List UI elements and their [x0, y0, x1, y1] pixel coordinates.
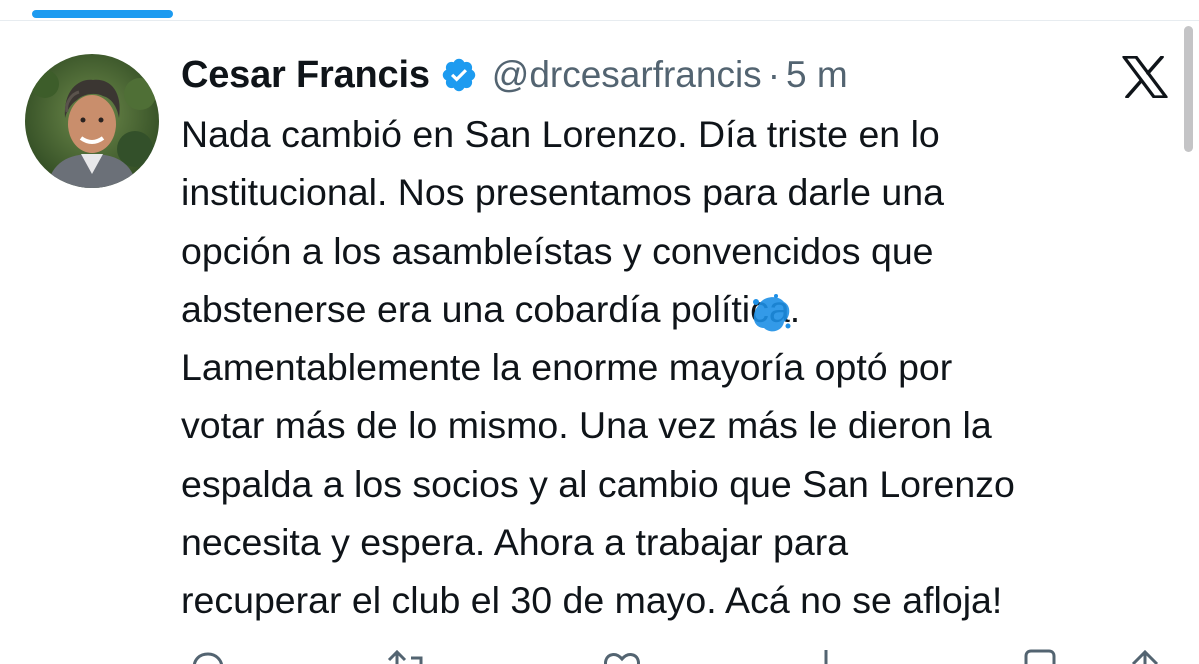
separator-dot: · [767, 54, 781, 95]
bookmark-button[interactable] [1020, 648, 1060, 664]
active-tab-indicator [32, 10, 173, 18]
tweet-line: abstenerse era una cobardía política. [181, 287, 801, 330]
x-logo-icon [1122, 55, 1168, 99]
bookmark-icon [1020, 648, 1060, 664]
repost-button[interactable] [385, 648, 431, 664]
tweet-line: espalda a los socios y al cambio que San… [181, 462, 1015, 505]
reply-button[interactable] [186, 648, 226, 664]
share-icon [1125, 648, 1165, 664]
tweet-header: Cesar Francis @drcesarfrancis · 5 m [181, 50, 848, 100]
tweet-line: Nada cambió en San Lorenzo. Día triste e… [181, 113, 940, 155]
repost-icon [385, 648, 431, 664]
tweet-line: recuperar el club el 30 de mayo. Acá no … [181, 579, 1003, 622]
tweet-line: necesita y espera. Ahora a trabajar para [181, 521, 849, 564]
like-button[interactable] [600, 648, 644, 664]
views-button[interactable] [812, 648, 842, 664]
timestamp[interactable]: 5 m [786, 54, 848, 96]
reply-icon [186, 648, 226, 664]
display-name[interactable]: Cesar Francis [181, 54, 430, 97]
views-icon [812, 648, 842, 664]
tweet-line: institucional. Nos presentamos para darl… [181, 171, 944, 214]
tweet-line: opción a los asambleístas y convencidos … [181, 229, 934, 272]
tweet-line: Lamentablemente la enorme mayoría optó p… [181, 346, 953, 389]
scrollbar[interactable] [1184, 26, 1193, 152]
ink-smudge [748, 292, 794, 336]
heart-icon [600, 648, 644, 664]
share-button[interactable] [1125, 648, 1165, 664]
user-handle[interactable]: @drcesarfrancis [492, 54, 762, 96]
tweet-line: votar más de lo mismo. Una vez más le di… [181, 404, 992, 447]
tweet-text: Nada cambió en San Lorenzo. Día triste e… [181, 105, 1181, 630]
action-bar [0, 640, 1199, 664]
top-divider [0, 20, 1199, 21]
avatar[interactable] [25, 54, 159, 188]
verified-badge-icon [440, 56, 478, 94]
